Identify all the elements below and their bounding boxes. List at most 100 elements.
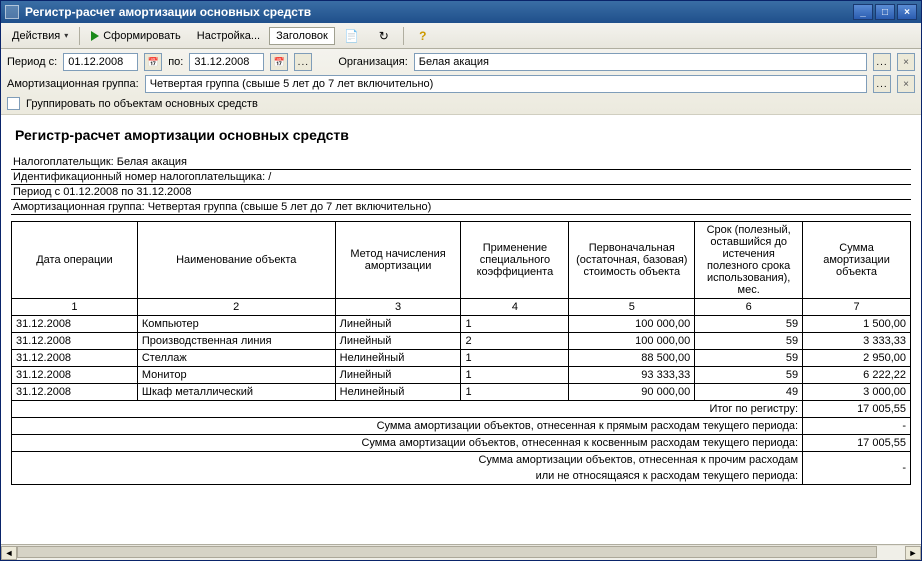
org-select-button[interactable]: ... [873, 53, 891, 71]
cell-amort: 1 500,00 [803, 316, 911, 333]
table-colnum-row: 1 2 3 4 5 6 7 [12, 299, 911, 316]
cell-cost: 90 000,00 [569, 384, 695, 401]
header-label: Заголовок [276, 30, 328, 42]
cell-coef: 2 [461, 333, 569, 350]
cell-method: Линейный [335, 367, 461, 384]
table-header-row: Дата операции Наименование объекта Метод… [12, 222, 911, 299]
horizontal-scrollbar[interactable]: ◄ ► [1, 544, 921, 560]
tool-icon-1[interactable]: 📄 [337, 25, 367, 47]
cell-amort: 3 000,00 [803, 384, 911, 401]
total-indirect-row: Сумма амортизации объектов, отнесенная к… [12, 435, 911, 452]
group-select-button[interactable]: ... [873, 75, 891, 93]
table-row: 31.12.2008Шкаф металлическийНелинейный19… [12, 384, 911, 401]
scroll-left-arrow-icon[interactable]: ◄ [1, 546, 17, 560]
actions-menu[interactable]: Действия ▾ [5, 27, 75, 45]
cell-cost: 88 500,00 [569, 350, 695, 367]
help-button[interactable]: ? [408, 25, 438, 47]
org-clear-button[interactable]: × [897, 53, 915, 71]
cell-cost: 93 333,33 [569, 367, 695, 384]
period-select-button[interactable]: ... [294, 53, 312, 71]
total-register-row: Итог по регистру: 17 005,55 [12, 401, 911, 418]
cell-method: Нелинейный [335, 384, 461, 401]
cell-name: Производственная линия [137, 333, 335, 350]
total-other-row: Сумма амортизации объектов, отнесенная к… [12, 452, 911, 469]
scroll-thumb[interactable] [17, 546, 877, 558]
inn-line: Идентификационный номер налогоплательщик… [11, 170, 911, 185]
tool-icon-2[interactable]: ↻ [369, 25, 399, 47]
cell-name: Компьютер [137, 316, 335, 333]
chevron-down-icon: ▾ [64, 31, 68, 40]
group-by-objects-checkbox[interactable] [7, 97, 20, 110]
cell-amort: 2 950,00 [803, 350, 911, 367]
total-other-value: - [803, 452, 911, 485]
minimize-button[interactable]: _ [853, 4, 873, 20]
group-input[interactable]: Четвертая группа (свыше 5 лет до 7 лет в… [145, 75, 867, 93]
col-coef: Применение специального коэффициента [461, 222, 569, 299]
window: Регистр-расчет амортизации основных сред… [0, 0, 922, 561]
report-table: Дата операции Наименование объекта Метод… [11, 221, 911, 485]
total-indirect-value: 17 005,55 [803, 435, 911, 452]
table-row: 31.12.2008СтеллажНелинейный188 500,00592… [12, 350, 911, 367]
table-row: 31.12.2008МониторЛинейный193 333,33596 2… [12, 367, 911, 384]
period-to-label: по: [168, 56, 183, 68]
header-button[interactable]: Заголовок [269, 27, 335, 45]
total-direct-value: - [803, 418, 911, 435]
cell-cost: 100 000,00 [569, 316, 695, 333]
maximize-button[interactable]: □ [875, 4, 895, 20]
group-clear-button[interactable]: × [897, 75, 915, 93]
cell-term: 59 [695, 367, 803, 384]
cell-date: 31.12.2008 [12, 333, 138, 350]
scroll-track[interactable] [17, 546, 905, 560]
col-cost: Первоначальная (остаточная, базовая) сто… [569, 222, 695, 299]
app-icon [5, 5, 19, 19]
cell-date: 31.12.2008 [12, 384, 138, 401]
colnum: 2 [137, 299, 335, 316]
cell-amort: 6 222,22 [803, 367, 911, 384]
group-label: Амортизационная группа: [7, 78, 139, 90]
col-method: Метод начисления амортизации [335, 222, 461, 299]
total-register-value: 17 005,55 [803, 401, 911, 418]
scroll-right-arrow-icon[interactable]: ► [905, 546, 921, 560]
date-from-input[interactable]: 01.12.2008 [63, 53, 138, 71]
report-area: Регистр-расчет амортизации основных сред… [1, 115, 921, 544]
total-direct-row: Сумма амортизации объектов, отнесенная к… [12, 418, 911, 435]
close-button[interactable]: × [897, 4, 917, 20]
titlebar: Регистр-расчет амортизации основных сред… [1, 1, 921, 23]
report-title: Регистр-расчет амортизации основных сред… [15, 127, 911, 143]
colnum: 3 [335, 299, 461, 316]
total-other-label1: Сумма амортизации объектов, отнесенная к… [12, 452, 803, 469]
cell-cost: 100 000,00 [569, 333, 695, 350]
group-by-objects-label: Группировать по объектам основных средст… [26, 98, 258, 110]
cell-term: 59 [695, 350, 803, 367]
settings-label: Настройка... [197, 30, 260, 42]
actions-label: Действия [12, 30, 60, 42]
toolbar: Действия ▾ Сформировать Настройка... Заг… [1, 23, 921, 49]
period-line: Период с 01.12.2008 по 31.12.2008 [11, 185, 911, 200]
col-name: Наименование объекта [137, 222, 335, 299]
colnum: 6 [695, 299, 803, 316]
cell-term: 49 [695, 384, 803, 401]
colnum: 5 [569, 299, 695, 316]
document-icon: 📄 [344, 28, 360, 44]
colnum: 1 [12, 299, 138, 316]
org-input[interactable]: Белая акация [414, 53, 867, 71]
calendar-from-button[interactable]: 📅 [144, 53, 162, 71]
settings-button[interactable]: Настройка... [190, 27, 267, 45]
cell-coef: 1 [461, 316, 569, 333]
period-from-label: Период с: [7, 56, 57, 68]
cell-amort: 3 333,33 [803, 333, 911, 350]
calendar-to-button[interactable]: 📅 [270, 53, 288, 71]
col-amort: Сумма амортизации объекта [803, 222, 911, 299]
cell-date: 31.12.2008 [12, 350, 138, 367]
cell-name: Шкаф металлический [137, 384, 335, 401]
cell-coef: 1 [461, 384, 569, 401]
date-to-input[interactable]: 31.12.2008 [189, 53, 264, 71]
colnum: 4 [461, 299, 569, 316]
cell-coef: 1 [461, 367, 569, 384]
play-icon [91, 31, 99, 41]
total-direct-label: Сумма амортизации объектов, отнесенная к… [12, 418, 803, 435]
form-button[interactable]: Сформировать [84, 27, 188, 45]
table-row: 31.12.2008Производственная линияЛинейный… [12, 333, 911, 350]
group-line: Амортизационная группа: Четвертая группа… [11, 200, 911, 215]
total-indirect-label: Сумма амортизации объектов, отнесенная к… [12, 435, 803, 452]
